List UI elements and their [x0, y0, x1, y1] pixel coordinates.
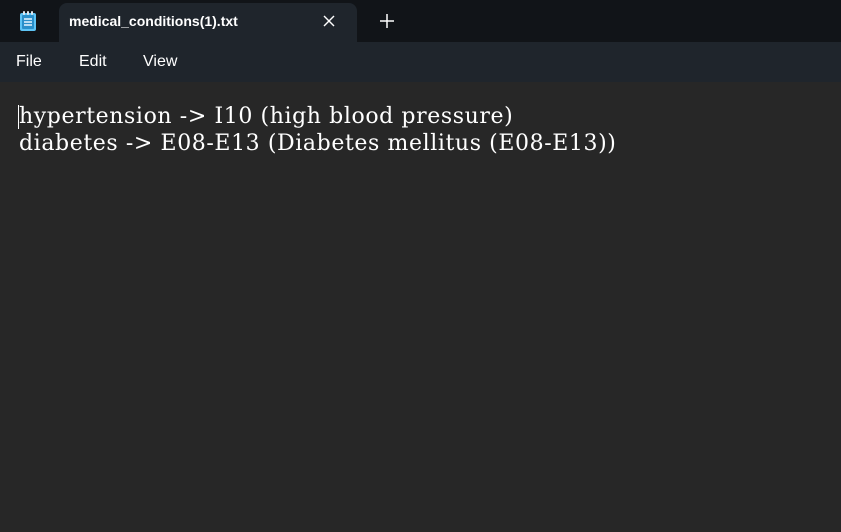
notepad-icon: [19, 10, 37, 32]
tab-medical-conditions[interactable]: medical_conditions(1).txt: [59, 3, 357, 42]
menu-file[interactable]: File: [16, 53, 42, 71]
menu-bar: File Edit View: [0, 42, 841, 82]
editor-line: diabetes -> E08-E13 (Diabetes mellitus (…: [19, 131, 617, 156]
tab-title: medical_conditions(1).txt: [69, 13, 238, 29]
text-editor[interactable]: hypertension -> I10 (high blood pressure…: [0, 82, 841, 532]
title-bar: medical_conditions(1).txt: [0, 0, 841, 42]
close-icon[interactable]: [320, 12, 338, 30]
notepad-window: medical_conditions(1).txt File Edit View…: [0, 0, 841, 532]
editor-line: hypertension -> I10 (high blood pressure…: [19, 104, 514, 129]
plus-icon[interactable]: [378, 12, 396, 30]
menu-edit[interactable]: Edit: [79, 53, 107, 71]
menu-view[interactable]: View: [143, 53, 177, 71]
